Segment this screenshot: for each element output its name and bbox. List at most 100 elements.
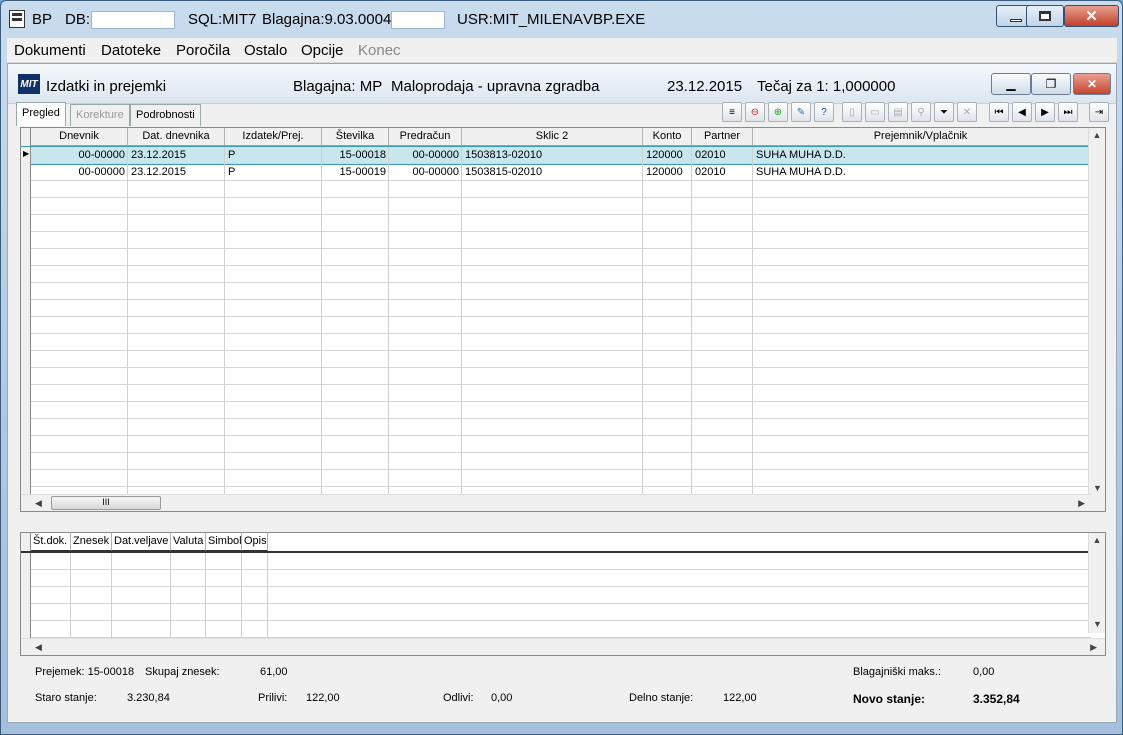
table-cell xyxy=(643,453,692,470)
tab-pregled[interactable]: Pregled xyxy=(16,102,66,126)
document-icon[interactable]: ≡ xyxy=(722,102,742,122)
table-cell xyxy=(31,553,71,570)
edit-icon[interactable]: ✎ xyxy=(791,102,811,122)
table-cell xyxy=(225,215,322,232)
folder-icon[interactable]: ▭ xyxy=(865,102,885,122)
redacted-field xyxy=(391,11,445,29)
table-cell xyxy=(225,334,322,351)
table-cell xyxy=(643,317,692,334)
first-record-icon[interactable]: ⏮ xyxy=(989,102,1009,122)
detail-grid[interactable]: Št.dok. Znesek Dat.veljave Valuta Simbol Opis… xyxy=(20,532,1106,656)
prev-record-icon[interactable]: ◀ xyxy=(1012,102,1032,122)
filter-icon[interactable]: ⏷ xyxy=(934,102,954,122)
table-cell xyxy=(171,604,206,621)
table-cell xyxy=(128,283,225,300)
child-close-button[interactable]: ✕ xyxy=(1073,73,1111,95)
column-header[interactable]: Št.dok. xyxy=(31,533,71,551)
column-header[interactable]: Opis xyxy=(242,533,268,551)
help-icon[interactable]: ? xyxy=(814,102,834,122)
delete-icon[interactable]: ⊖ xyxy=(745,102,765,122)
column-header[interactable]: Številka xyxy=(322,128,389,146)
table-cell xyxy=(71,553,112,570)
delno-label: Delno stanje: xyxy=(629,692,694,704)
add-icon[interactable]: ⊕ xyxy=(768,102,788,122)
column-header[interactable]: Izdatek/Prej. xyxy=(225,128,322,146)
menu-datoteke[interactable]: Datoteke xyxy=(101,42,161,59)
search-icon[interactable]: ⚲ xyxy=(911,102,931,122)
scroll-up-icon[interactable]: ▲ xyxy=(1089,533,1105,545)
new-page-icon[interactable]: ▯ xyxy=(842,102,862,122)
menu-opcije[interactable]: Opcije xyxy=(301,42,344,59)
column-header[interactable]: Simbol xyxy=(206,533,242,551)
minimize-icon xyxy=(1010,18,1022,22)
scroll-left-icon[interactable]: ◀ xyxy=(35,642,42,653)
table-row[interactable]: ▶ 00-00000 23.12.2015 P 15-00018 00-00000 1503… xyxy=(21,146,1092,165)
scroll-left-icon[interactable]: ◀ xyxy=(35,498,42,509)
table-cell xyxy=(31,266,128,283)
column-header[interactable]: Dat. dnevnika xyxy=(128,128,225,146)
table-row[interactable]: 00-00000 23.12.2015 P 15-00019 00-00000 15038… xyxy=(21,164,1091,181)
column-header[interactable]: Dnevnik xyxy=(31,128,128,146)
column-header[interactable]: Konto xyxy=(643,128,692,146)
table-cell xyxy=(322,470,389,487)
close-button[interactable]: ✕ xyxy=(1064,5,1119,27)
table-cell xyxy=(753,351,1089,368)
table-cell xyxy=(322,232,389,249)
table-cell xyxy=(389,351,462,368)
child-restore-button[interactable]: ❐ xyxy=(1031,73,1071,95)
table-cell xyxy=(322,436,389,453)
table-cell xyxy=(389,249,462,266)
column-header[interactable]: Predračun xyxy=(389,128,462,146)
scroll-right-icon[interactable]: ▶ xyxy=(1090,642,1097,653)
main-grid[interactable]: Dnevnik Dat. dnevnika Izdatek/Prej. Številk… xyxy=(20,127,1106,512)
table-cell: SUHA MUHA D.D. xyxy=(753,147,1089,164)
table-cell xyxy=(643,436,692,453)
table-cell: 15-00019 xyxy=(322,164,389,181)
table-cell xyxy=(643,368,692,385)
table-cell xyxy=(753,198,1089,215)
menu-konec[interactable]: Konec xyxy=(358,42,401,59)
menu-dokumenti[interactable]: Dokumenti xyxy=(14,42,86,59)
last-record-icon[interactable]: ⏭ xyxy=(1058,102,1078,122)
table-cell: 120000 xyxy=(643,164,692,181)
table-cell xyxy=(225,436,322,453)
table-cell xyxy=(643,419,692,436)
title-bar[interactable]: BP DB:S SQL:MIT7 Blagajna:9.03.0004 USR:… xyxy=(1,1,1122,37)
tab-podrobnosti[interactable]: Podrobnosti xyxy=(130,104,201,126)
scroll-right-icon[interactable]: ▶ xyxy=(1078,498,1085,509)
table-cell xyxy=(692,368,753,385)
child-header: MIT Izdatki in prejemki Blagajna: MP Mal… xyxy=(8,64,1116,104)
maximize-button[interactable] xyxy=(1026,5,1064,27)
column-header[interactable]: Valuta xyxy=(171,533,206,551)
column-header[interactable]: Partner xyxy=(692,128,753,146)
sql-label: SQL:MIT7 xyxy=(188,11,257,28)
mit-logo: MIT xyxy=(18,74,40,94)
column-header[interactable]: Sklic 2 xyxy=(462,128,643,146)
print-icon[interactable]: ▤ xyxy=(888,102,908,122)
tab-korekture[interactable]: Korekture xyxy=(70,104,130,126)
scroll-down-icon[interactable]: ▼ xyxy=(1093,619,1102,629)
scroll-thumb[interactable]: III xyxy=(51,496,161,510)
exit-icon[interactable]: ⇥ xyxy=(1089,102,1109,122)
column-header[interactable]: Dat.veljave xyxy=(112,533,171,551)
horizontal-scrollbar[interactable]: ◀ ▶ xyxy=(21,638,1105,655)
table-row xyxy=(21,351,1091,368)
vertical-scrollbar[interactable]: ▲ ▼ xyxy=(1088,533,1105,633)
table-cell xyxy=(692,181,753,198)
scroll-down-icon[interactable]: ▼ xyxy=(1093,483,1102,493)
table-cell xyxy=(31,436,128,453)
scroll-up-icon[interactable]: ▲ xyxy=(1089,128,1105,140)
column-header[interactable]: Znesek xyxy=(71,533,112,551)
table-cell xyxy=(389,436,462,453)
column-header[interactable]: Prejemnik/Vplačnik xyxy=(753,128,1089,146)
table-cell xyxy=(389,283,462,300)
menu-ostalo[interactable]: Ostalo xyxy=(244,42,287,59)
next-record-icon[interactable]: ▶ xyxy=(1035,102,1055,122)
table-cell xyxy=(389,368,462,385)
menu-porocila[interactable]: Poročila xyxy=(176,42,230,59)
table-cell: 00-00000 xyxy=(389,147,462,164)
horizontal-scrollbar[interactable]: ◀ III ▶ xyxy=(21,494,1091,511)
child-minimize-button[interactable]: ▁ xyxy=(991,73,1031,95)
cancel-icon[interactable]: ✕ xyxy=(957,102,977,122)
vertical-scrollbar[interactable]: ▲ ▼ xyxy=(1088,128,1105,511)
